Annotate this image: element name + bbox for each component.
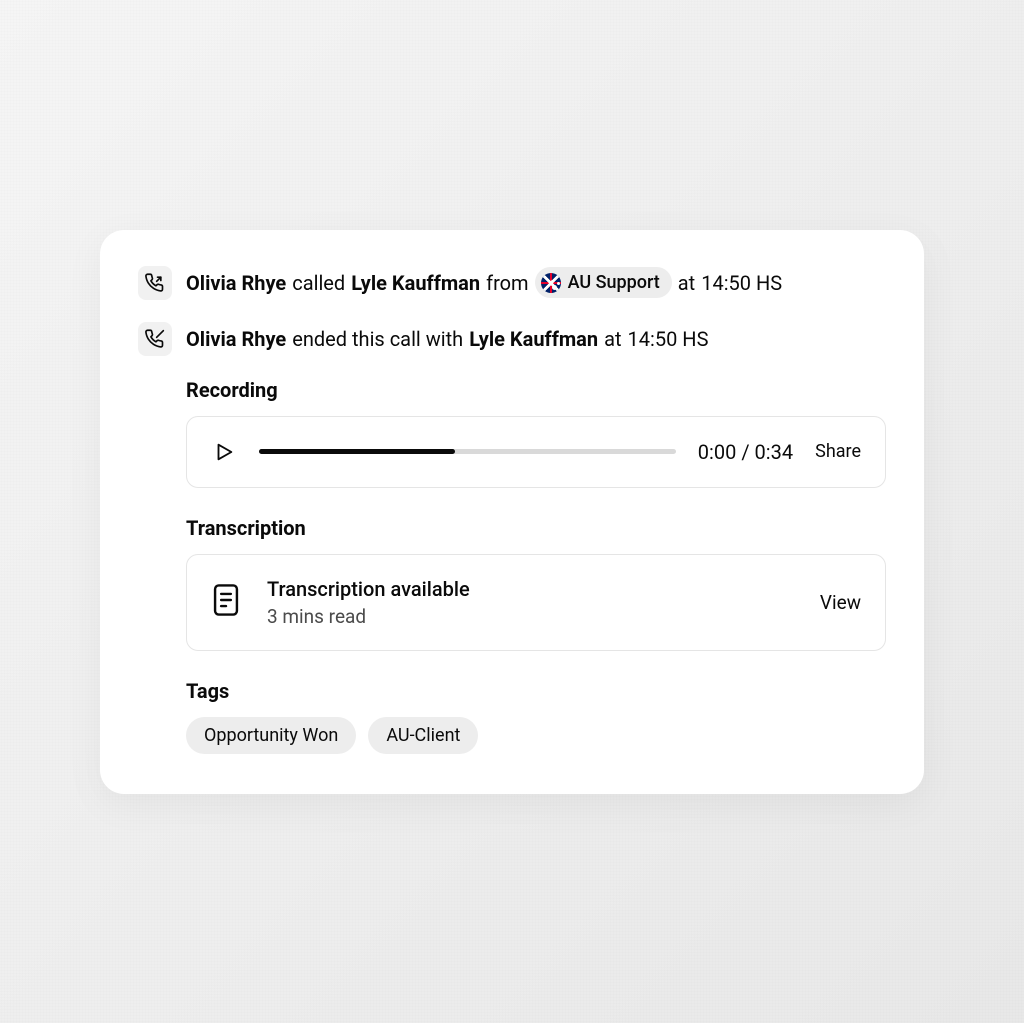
play-button[interactable]: [211, 439, 237, 465]
recording-player: 0:00 / 0:34 Share: [186, 416, 886, 488]
callee-name: Lyle Kauffman: [351, 269, 480, 297]
tag-pill[interactable]: AU-Client: [368, 717, 478, 754]
flag-au-icon: [541, 273, 561, 293]
tags-section: Tags Opportunity Won AU-Client: [186, 679, 886, 754]
caller-name: Olivia Rhye: [186, 269, 286, 297]
event-called-text: Olivia Rhye called Lyle Kauffman from AU…: [186, 267, 782, 298]
call-source-label: AU Support: [568, 270, 660, 295]
transcription-panel: Transcription available 3 mins read View: [186, 554, 886, 651]
recording-section: Recording 0:00 / 0:34 Share: [186, 378, 886, 488]
share-button[interactable]: Share: [815, 441, 861, 462]
ended-callee-name: Lyle Kauffman: [469, 325, 598, 353]
recording-current-time: 0:00: [698, 440, 737, 464]
recording-progress-fill: [259, 449, 455, 454]
transcription-subtitle: 3 mins read: [267, 605, 794, 628]
transcription-status: Transcription available: [267, 577, 794, 601]
recording-duration: 0:34: [755, 440, 794, 464]
transcription-section: Transcription Transcription available 3 …: [186, 516, 886, 651]
tags-title: Tags: [186, 679, 886, 703]
view-button[interactable]: View: [820, 591, 861, 614]
call-activity-card: Olivia Rhye called Lyle Kauffman from AU…: [100, 230, 924, 794]
event-ended-text: Olivia Rhye ended this call with Lyle Ka…: [186, 325, 708, 353]
at-label: at: [678, 269, 695, 297]
recording-time: 0:00 / 0:34: [698, 440, 793, 464]
event-ended: Olivia Rhye ended this call with Lyle Ka…: [138, 322, 886, 356]
call-source-badge[interactable]: AU Support: [535, 267, 672, 298]
from-label: from: [486, 269, 528, 297]
ended-time: 14:50 HS: [628, 325, 709, 353]
ender-name: Olivia Rhye: [186, 325, 286, 353]
transcription-info: Transcription available 3 mins read: [267, 577, 794, 628]
tags-row: Opportunity Won AU-Client: [186, 717, 886, 754]
document-icon: [211, 583, 241, 621]
verb-called: called: [292, 269, 345, 297]
recording-separator: /: [741, 440, 749, 464]
call-time: 14:50 HS: [701, 269, 782, 297]
tag-pill[interactable]: Opportunity Won: [186, 717, 356, 754]
phone-outgoing-icon: [138, 266, 172, 300]
recording-progress-track[interactable]: [259, 449, 676, 454]
ended-at-label: at: [604, 325, 621, 353]
transcription-title: Transcription: [186, 516, 886, 540]
recording-title: Recording: [186, 378, 886, 402]
phone-ended-icon: [138, 322, 172, 356]
event-called: Olivia Rhye called Lyle Kauffman from AU…: [138, 266, 886, 300]
verb-ended: ended this call with: [292, 325, 463, 353]
